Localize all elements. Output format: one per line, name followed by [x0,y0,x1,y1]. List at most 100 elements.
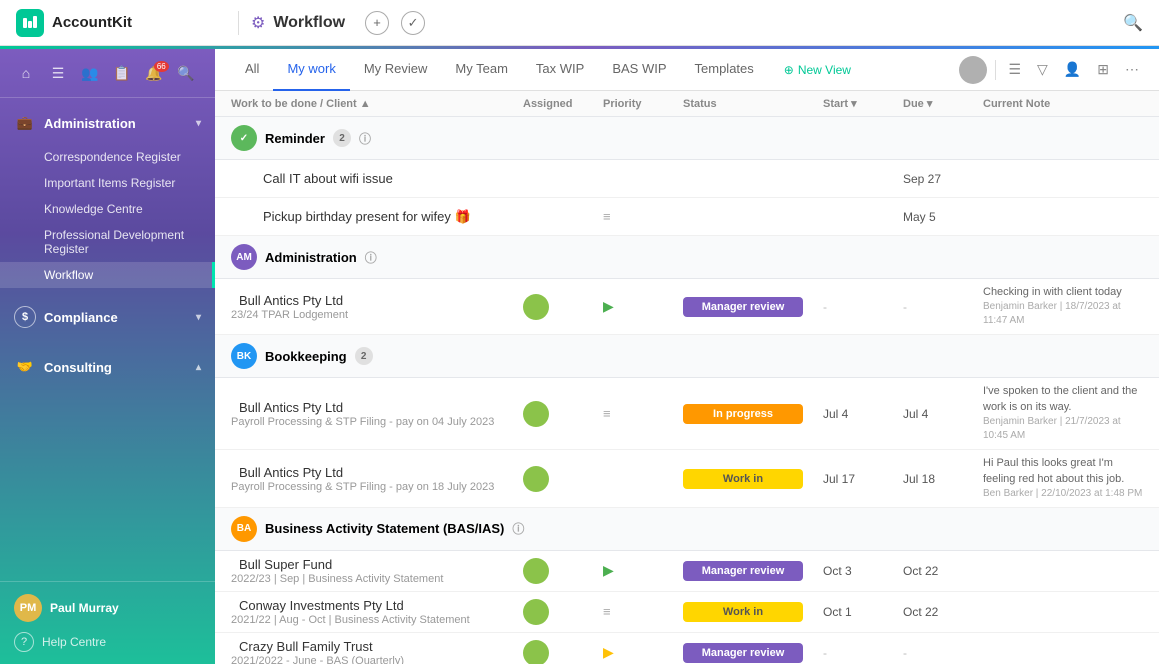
task-name-col: Call IT about wifi issue [231,171,523,186]
task-name-col: Pickup birthday present for wifey 🎁 [231,209,523,225]
task-name-col: Bull Antics Pty Ltd Payroll Processing &… [231,465,523,493]
task-status: In progress [683,404,823,424]
task-name-col: Bull Antics Pty Ltd Payroll Processing &… [231,400,523,428]
bk-count: 2 [355,347,373,365]
sidebar-nav-search[interactable]: 🔍 [172,59,200,87]
task-row: Bull Antics Pty Ltd Payroll Processing &… [215,450,1159,508]
admin-info-icon[interactable]: ⓘ [365,249,377,266]
task-row: Bull Super Fund 2022/23 | Sep | Business… [215,551,1159,592]
task-status: Manager review [683,297,823,317]
tab-myteam[interactable]: My Team [441,49,522,91]
th-priority[interactable]: Priority [603,97,683,110]
task-row: Call IT about wifi issue Sep 27 [215,160,1159,198]
sidebar-item-workflow[interactable]: Workflow [0,262,215,288]
th-assigned-label: Assigned [523,98,573,110]
consulting-chevron: ▴ [196,362,201,373]
tab-myreview[interactable]: My Review [350,49,442,91]
th-work[interactable]: Work to be done / Client ▲ [231,97,523,110]
user-avatar-sm [959,56,987,84]
sidebar: ⌂ ☰ 👥 📋 🔔66 🔍 💼 Administration ▾ Corresp… [0,49,215,664]
note-author: Benjamin Barker | 21/7/2023 at 10:45 AM [983,415,1143,443]
more-icon[interactable]: ⋯ [1121,57,1143,82]
sidebar-nav-list[interactable]: ☰ [44,59,72,87]
list-icon: ≡ [603,209,611,224]
task-name: Bull Antics Pty Ltd [231,400,523,415]
help-label: Help Centre [42,635,106,649]
th-start-label: Start ▾ [823,97,857,110]
sidebar-footer: PM Paul Murray ? Help Centre [0,581,215,664]
reminder-info-icon[interactable]: ⓘ [359,130,371,147]
assigned-avatar [523,558,549,584]
tab-taxwip[interactable]: Tax WIP [522,49,598,91]
columns-icon[interactable]: ⊞ [1093,57,1113,82]
group-bookkeeping: BK Bookkeeping 2 [215,335,1159,378]
sidebar-section-compliance: $ Compliance ▾ [0,292,215,342]
search-button[interactable]: 🔍 [1123,13,1143,33]
task-assigned [523,640,603,664]
compliance-header[interactable]: $ Compliance ▾ [0,296,215,338]
bk-label: Bookkeeping [265,349,347,364]
sidebar-nav-home[interactable]: ⌂ [12,59,40,87]
add-button[interactable]: + [365,11,389,35]
task-status: Work in [683,469,823,489]
priority-green-flag: ▶ [603,298,614,314]
administration-header[interactable]: 💼 Administration ▾ [0,102,215,144]
group-administration: AM Administration ⓘ [215,236,1159,279]
sidebar-nav-docs[interactable]: 📋 [108,59,136,87]
consulting-icon: 🤝 [14,356,36,378]
task-priority: ▶ [603,298,683,315]
table-container: Work to be done / Client ▲ Assigned Prio… [215,91,1159,664]
sidebar-item-important[interactable]: Important Items Register [0,170,215,196]
note-author: Benjamin Barker | 18/7/2023 at 11:47 AM [983,300,1143,328]
status-badge-workin: Work in [683,602,803,622]
compliance-chevron: ▾ [196,312,201,323]
sidebar-item-knowledge[interactable]: Knowledge Centre [0,196,215,222]
tab-baswip[interactable]: BAS WIP [598,49,680,91]
view-icon[interactable]: ☰ [1004,57,1025,82]
task-status: Manager review [683,643,823,663]
task-assigned [523,294,603,320]
bas-info-icon[interactable]: ⓘ [512,520,524,537]
tab-templates[interactable]: Templates [681,49,768,91]
filter-icon[interactable]: ▽ [1033,57,1052,82]
th-note[interactable]: Current Note [983,97,1143,110]
check-button[interactable]: ✓ [401,11,425,35]
task-due: - [903,300,983,314]
task-start: - [823,300,903,314]
task-note: Checking in with client today Benjamin B… [983,285,1143,328]
note-text: I've spoken to the client and the work i… [983,384,1143,415]
th-due[interactable]: Due ▾ [903,97,983,110]
compliance-icon: $ [14,306,36,328]
tab-mywork[interactable]: My work [273,49,349,91]
list-icon: ≡ [603,604,611,619]
user-name: Paul Murray [50,601,119,615]
consulting-header[interactable]: 🤝 Consulting ▴ [0,346,215,388]
top-header: AccountKit ⚙ Workflow + ✓ 🔍 [0,0,1159,46]
sidebar-nav-users[interactable]: 👥 [76,59,104,87]
new-view-button[interactable]: ⊕ New View [776,59,859,81]
sidebar-section-consulting: 🤝 Consulting ▴ [0,342,215,392]
th-status[interactable]: Status [683,97,823,110]
header-divider [238,11,239,35]
task-name-col: Bull Antics Pty Ltd 23/24 TPAR Lodgement [231,293,523,321]
sidebar-help[interactable]: ? Help Centre [14,632,201,652]
th-start[interactable]: Start ▾ [823,97,903,110]
task-name: Bull Super Fund [231,557,523,572]
reminder-badge: ✓ [231,125,257,151]
task-start: - [823,646,903,660]
task-name: Call IT about wifi issue [255,171,523,186]
sidebar-section-administration: 💼 Administration ▾ Correspondence Regist… [0,98,215,292]
task-name: Conway Investments Pty Ltd [231,598,523,613]
sidebar-nav-notif[interactable]: 🔔66 [140,59,168,87]
header-actions: + ✓ [365,11,425,35]
note-author: Ben Barker | 22/10/2023 at 1:48 PM [983,487,1143,501]
status-badge-workin: Work in [683,469,803,489]
sidebar-item-professional[interactable]: Professional Development Register [0,222,215,262]
tab-all[interactable]: All [231,49,273,91]
th-assigned[interactable]: Assigned [523,97,603,110]
task-assigned [523,558,603,584]
task-name-col: Conway Investments Pty Ltd 2021/22 | Aug… [231,598,523,626]
logo-area: AccountKit [16,9,226,37]
person-icon[interactable]: 👤 [1060,57,1085,82]
sidebar-item-correspondence[interactable]: Correspondence Register [0,144,215,170]
